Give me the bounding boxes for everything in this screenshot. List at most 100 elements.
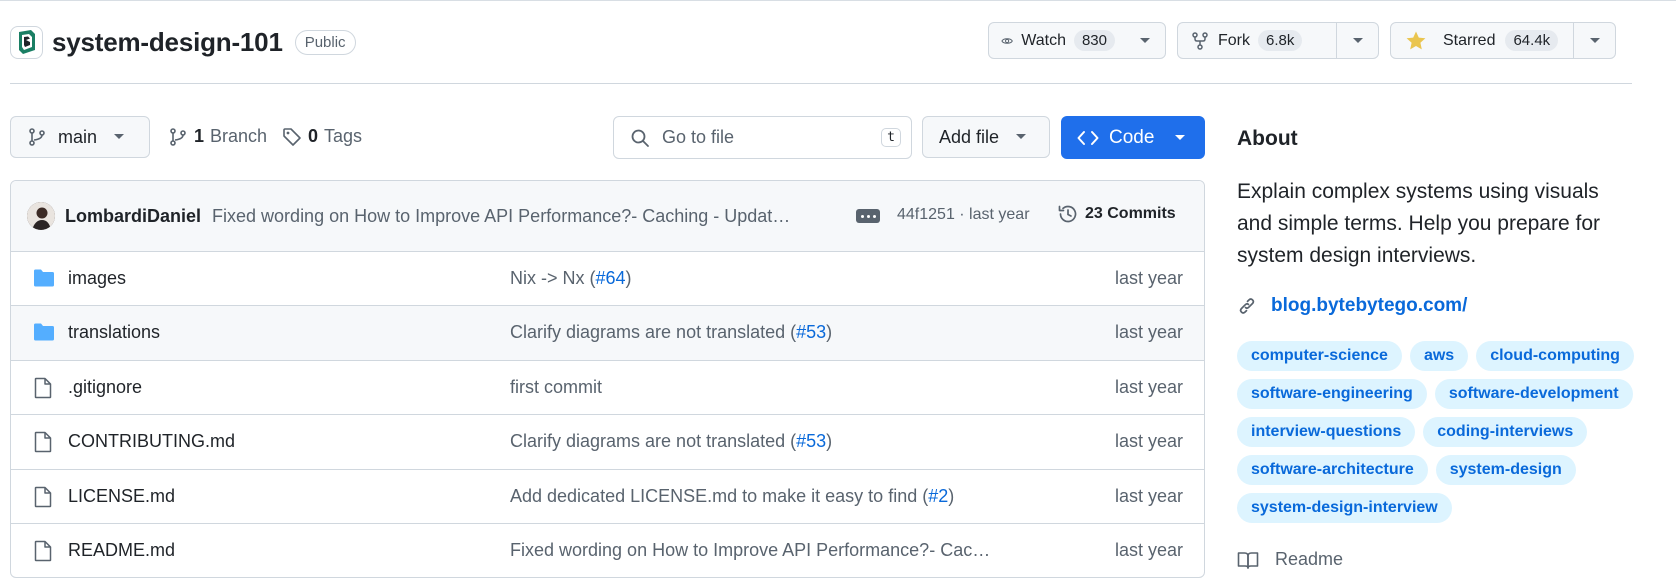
- file-commit-text: Add dedicated LICENSE.md to make it easy…: [510, 485, 929, 506]
- topic-tag[interactable]: system-design: [1435, 455, 1576, 485]
- link-icon: [1239, 298, 1255, 314]
- file-row[interactable]: translations Clarify diagrams are not tra…: [11, 306, 1204, 361]
- unstar-button[interactable]: Starred 64.4k: [1391, 23, 1573, 58]
- file-row[interactable]: .gitignore first commit last year: [11, 361, 1204, 416]
- file-commit-text: Fixed wording on How to Improve API Perf…: [510, 539, 991, 560]
- file-icon: [34, 431, 52, 453]
- tag-icon: [283, 127, 301, 146]
- git-branch-icon: [29, 128, 45, 146]
- watch-button[interactable]: Watch 830: [989, 23, 1125, 58]
- file-name[interactable]: .gitignore: [68, 377, 142, 398]
- pull-request-link[interactable]: #64: [596, 268, 626, 288]
- file-commit-text: Nix -> Nx (: [510, 268, 596, 288]
- file-commit-text: first commit: [510, 376, 602, 397]
- commit-hash-time[interactable]: 44f1251 · last year: [897, 206, 1030, 224]
- git-branch-icon: [170, 127, 186, 146]
- commits-count: 23 Commits: [1085, 205, 1176, 222]
- fork-dropdown[interactable]: [1336, 23, 1378, 58]
- pull-request-link[interactable]: #53: [796, 431, 826, 451]
- code-button[interactable]: Code: [1061, 116, 1205, 159]
- commit-author[interactable]: LombardiDaniel: [65, 206, 201, 227]
- add-file-button[interactable]: Add file: [922, 116, 1050, 158]
- star-label: Starred: [1443, 31, 1496, 49]
- file-row[interactable]: LICENSE.md Add dedicated LICENSE.md to ma…: [11, 470, 1204, 524]
- readme-label: Readme: [1275, 549, 1344, 569]
- file-commit-message[interactable]: Add dedicated LICENSE.md to make it easy…: [510, 486, 954, 507]
- file-list: images Nix -> Nx (#64) last year translatio…: [11, 252, 1204, 577]
- header-divider: [10, 83, 1632, 84]
- expand-commit-message-button[interactable]: [856, 209, 880, 223]
- go-to-file-input[interactable]: Go to file t: [613, 116, 912, 159]
- commit-message[interactable]: Fixed wording on How to Improve API Perf…: [212, 206, 790, 227]
- topic-tag[interactable]: computer-science: [1237, 341, 1402, 371]
- fork-button[interactable]: Fork 6.8k: [1178, 23, 1336, 58]
- topic-tag[interactable]: coding-interviews: [1423, 417, 1588, 447]
- eye-icon: [1001, 37, 1013, 44]
- watch-dropdown[interactable]: [1125, 23, 1165, 58]
- topic-tag[interactable]: aws: [1409, 341, 1469, 371]
- triangle-down-icon: [114, 134, 125, 139]
- file-commit-date: last year: [1114, 485, 1183, 506]
- file-name[interactable]: CONTRIBUTING.md: [68, 431, 235, 452]
- homepage-url: blog.bytebytego.com/: [1271, 295, 1468, 316]
- file-commit-message[interactable]: Clarify diagrams are not translated (#53…: [510, 431, 832, 452]
- file-row[interactable]: README.md Fixed wording on How to Improve…: [11, 524, 1204, 577]
- search-shortcut-key: t: [881, 128, 901, 147]
- fork-count: 6.8k: [1258, 30, 1303, 51]
- file-name[interactable]: images: [68, 268, 126, 289]
- file-commit-message[interactable]: Clarify diagrams are not translated (#53…: [510, 322, 832, 343]
- readme-link[interactable]: Readme: [1237, 549, 1343, 570]
- file-commit-message[interactable]: first commit: [510, 377, 602, 398]
- topic-tag[interactable]: software-architecture: [1237, 455, 1428, 485]
- tags-label: Tags: [324, 126, 363, 146]
- branches-label: Branch: [210, 126, 268, 146]
- watch-label: Watch: [1021, 31, 1066, 49]
- file-commit-text-end: ): [948, 485, 955, 506]
- file-row[interactable]: images Nix -> Nx (#64) last year: [11, 252, 1204, 307]
- file-commit-text-end: ): [826, 431, 833, 452]
- file-commit-text: Clarify diagrams are not translated (: [510, 431, 797, 452]
- file-commit-date: last year: [1114, 431, 1183, 452]
- pull-request-link[interactable]: #53: [796, 322, 826, 342]
- topic-tag[interactable]: software-engineering: [1237, 379, 1427, 409]
- homepage-link[interactable]: blog.bytebytego.com/: [1237, 295, 1467, 317]
- triangle-down-icon: [1140, 37, 1150, 43]
- commit-author-avatar[interactable]: [27, 202, 55, 230]
- tags-link[interactable]: 0 Tags: [282, 126, 362, 147]
- repo-header: system-design-101 Public: [10, 22, 356, 62]
- file-icon: [34, 540, 52, 562]
- search-placeholder: Go to file: [662, 127, 735, 147]
- triangle-down-icon: [1175, 134, 1186, 140]
- file-commit-date: last year: [1114, 268, 1183, 288]
- topic-tag[interactable]: cloud-computing: [1476, 341, 1634, 371]
- topic-tag[interactable]: software-development: [1434, 379, 1633, 409]
- repo-name[interactable]: system-design-101: [52, 27, 283, 58]
- star-dropdown[interactable]: [1573, 23, 1615, 58]
- star-button-group: Starred 64.4k: [1390, 22, 1616, 59]
- visibility-badge: Public: [294, 29, 356, 55]
- file-commit-date: last year: [1114, 539, 1183, 560]
- commits-history-link[interactable]: 23 Commits: [1057, 203, 1176, 225]
- file-commit-message[interactable]: Fixed wording on How to Improve API Perf…: [510, 540, 990, 561]
- file-commit-text-end: ): [625, 268, 632, 288]
- star-fill-icon: [1406, 31, 1426, 49]
- fork-button-group: Fork 6.8k: [1177, 22, 1379, 59]
- file-name[interactable]: translations: [68, 322, 160, 343]
- star-count: 64.4k: [1505, 30, 1559, 51]
- branches-link[interactable]: 1 Branch: [168, 126, 267, 147]
- bytebytego-logo-icon: [18, 30, 35, 54]
- file-name[interactable]: LICENSE.md: [68, 486, 175, 507]
- branch-select-button[interactable]: main: [10, 116, 150, 158]
- file-row[interactable]: CONTRIBUTING.md Clarify diagrams are not …: [11, 415, 1204, 470]
- repo-forked-icon: [1192, 31, 1208, 50]
- repo-owner-avatar[interactable]: [10, 25, 43, 59]
- book-icon: [1237, 551, 1259, 569]
- topic-tag[interactable]: interview-questions: [1237, 417, 1416, 447]
- pull-request-link[interactable]: #2: [928, 486, 948, 506]
- file-commit-message[interactable]: Nix -> Nx (#64): [510, 268, 632, 289]
- file-commit-date: last year: [1114, 322, 1183, 343]
- topic-tag[interactable]: system-design-interview: [1237, 493, 1452, 523]
- user-avatar-icon: [27, 202, 55, 230]
- file-icon: [34, 486, 52, 507]
- file-name[interactable]: README.md: [68, 540, 175, 561]
